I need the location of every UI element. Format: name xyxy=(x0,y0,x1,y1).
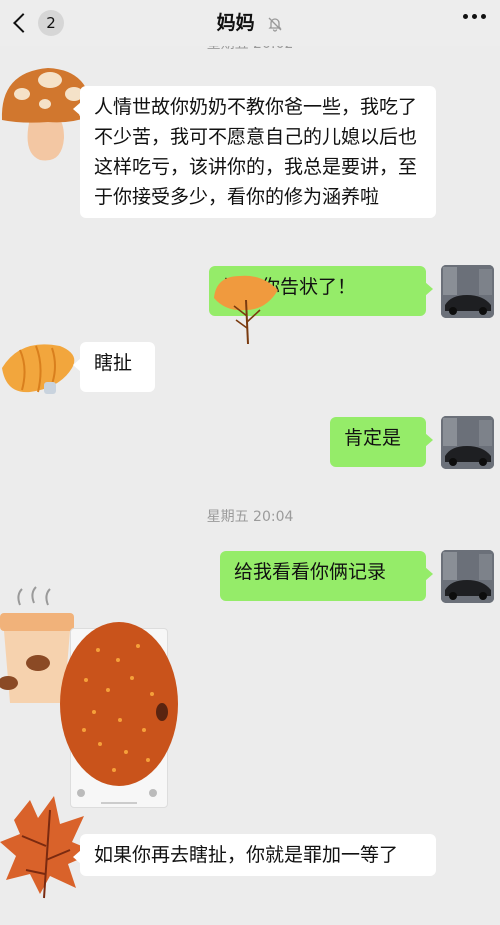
avatar-self-2[interactable] xyxy=(441,416,494,469)
message-right-2[interactable]: 肯定是 xyxy=(330,417,433,467)
leaf-sticker xyxy=(214,275,278,345)
more-dots-icon[interactable] xyxy=(463,14,486,19)
nav-bar: 2 妈妈 xyxy=(0,0,500,46)
car-avatar-image xyxy=(441,265,494,318)
message-right-3[interactable]: 给我看看你俩记录 xyxy=(220,551,433,601)
croissant-sticker xyxy=(2,344,75,394)
chat-title-wrap: 妈妈 xyxy=(0,8,500,35)
chat-title: 妈妈 xyxy=(216,12,255,34)
avatar-self-3[interactable] xyxy=(441,550,494,603)
message-left-2[interactable]: 瞎扯 xyxy=(73,342,155,392)
car-avatar-image xyxy=(441,550,494,603)
avatar-self-1[interactable] xyxy=(441,265,494,318)
car-avatar-image xyxy=(441,416,494,469)
kiwi-sticker xyxy=(60,622,178,786)
timestamp-middle: 星期五 20:04 xyxy=(206,509,294,525)
bell-off-icon xyxy=(268,17,282,32)
message-left-1[interactable]: 人情世故你奶奶不教你爸一些，我吃了不少苦，我可不愿意自己的儿媳以后也这样吃亏，该… xyxy=(73,86,436,218)
message-left-3[interactable]: 如果你再去瞎扯，你就是罪加一等了 xyxy=(73,834,436,876)
